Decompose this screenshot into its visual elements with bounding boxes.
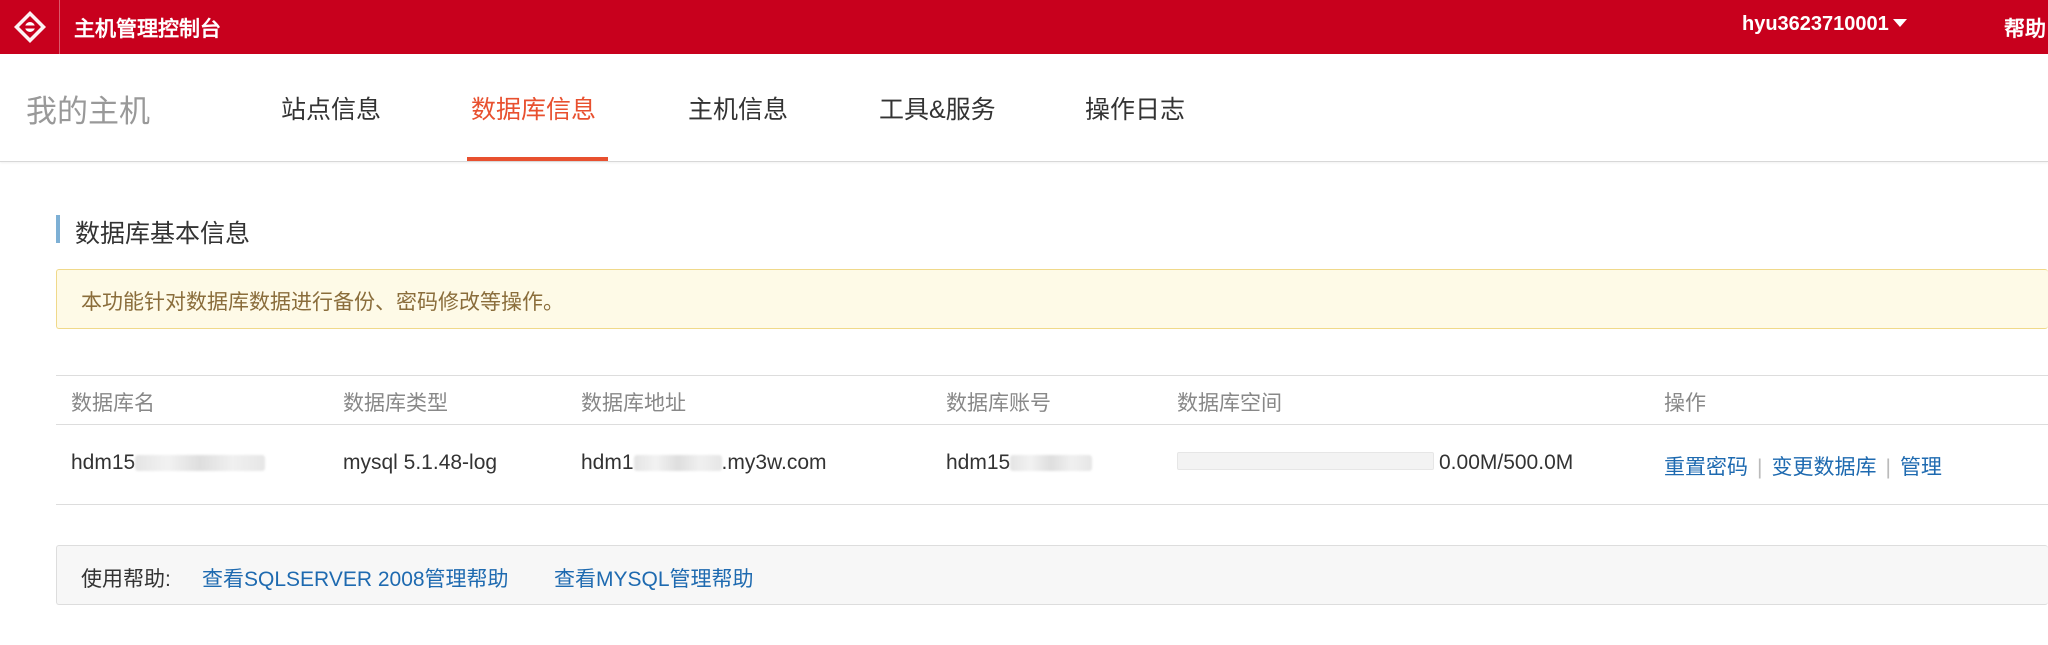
top-bar: 主机管理控制台 hyu3623710001 帮助 [0,0,2048,54]
space-usage-text: 0.00M/500.0M [1439,451,1574,474]
db-account: hdm15 [946,451,1011,474]
manage-link[interactable]: 管理 [1900,456,1942,479]
table-row: hdm15 mysql 5.1.48-log hdm1 .my3w.com hdm… [56,425,2048,505]
redacted-text [633,455,722,472]
section-title: 数据库基本信息 [75,220,251,248]
tab-host-info[interactable]: 主机信息 [688,90,788,126]
tab-operation-log[interactable]: 操作日志 [1085,90,1185,126]
username: hyu3623710001 [1742,13,1889,35]
usage-help-label: 使用帮助: [81,568,171,591]
db-name-cell: hdm15 [71,451,266,475]
action-separator: | [1757,456,1763,479]
notice-text: 本功能针对数据库数据进行备份、密码修改等操作。 [81,291,564,314]
sqlserver-help-link[interactable]: 查看SQLSERVER 2008管理帮助 [202,563,509,593]
col-db-space: 数据库空间 [1177,392,1282,415]
table-header: 数据库名 数据库类型 数据库地址 数据库账号 数据库空间 操作 [56,375,2048,425]
redacted-text [135,455,266,472]
tab-site-info[interactable]: 站点信息 [281,90,381,126]
help-link[interactable]: 帮助 [2004,13,2046,43]
usage-help-box: 使用帮助: 查看SQLSERVER 2008管理帮助 查看MYSQL管理帮助 [56,545,2048,605]
db-account-cell: hdm15 [946,451,1093,475]
user-menu[interactable]: hyu3623710001 [1742,13,1907,36]
space-usage-bar [1177,452,1434,470]
reset-password-link[interactable]: 重置密码 [1664,456,1748,479]
col-db-account: 数据库账号 [946,392,1051,415]
db-type: mysql 5.1.48-log [343,451,498,474]
caret-down-icon [1892,18,1907,27]
active-tab-indicator [467,157,608,161]
app-title: 主机管理控制台 [74,18,221,41]
row-actions: 重置密码 | 变更数据库 | 管理 [1664,451,1942,481]
db-address-cell: hdm1 .my3w.com [581,451,827,475]
col-actions: 操作 [1664,392,1706,415]
my-host-title[interactable]: 我的主机 [26,86,150,131]
info-notice: 本功能针对数据库数据进行备份、密码修改等操作。 [56,269,2048,329]
tab-database-info[interactable]: 数据库信息 [471,90,596,126]
col-db-type: 数据库类型 [343,392,448,415]
change-database-link[interactable]: 变更数据库 [1771,456,1876,479]
brand-logo-icon [14,11,46,43]
tab-tools-services[interactable]: 工具&服务 [879,90,996,126]
mysql-help-link[interactable]: 查看MYSQL管理帮助 [554,563,754,593]
db-address-suffix: .my3w.com [721,451,827,474]
section-marker [56,215,60,243]
db-name: hdm15 [71,451,136,474]
col-db-name: 数据库名 [71,392,155,415]
db-address-prefix: hdm1 [581,451,634,474]
col-db-address: 数据库地址 [581,392,686,415]
sub-nav: 我的主机 站点信息 数据库信息 主机信息 工具&服务 操作日志 [0,54,2048,162]
logo[interactable] [0,0,60,54]
action-separator: | [1885,456,1891,479]
redacted-text [1010,455,1093,472]
